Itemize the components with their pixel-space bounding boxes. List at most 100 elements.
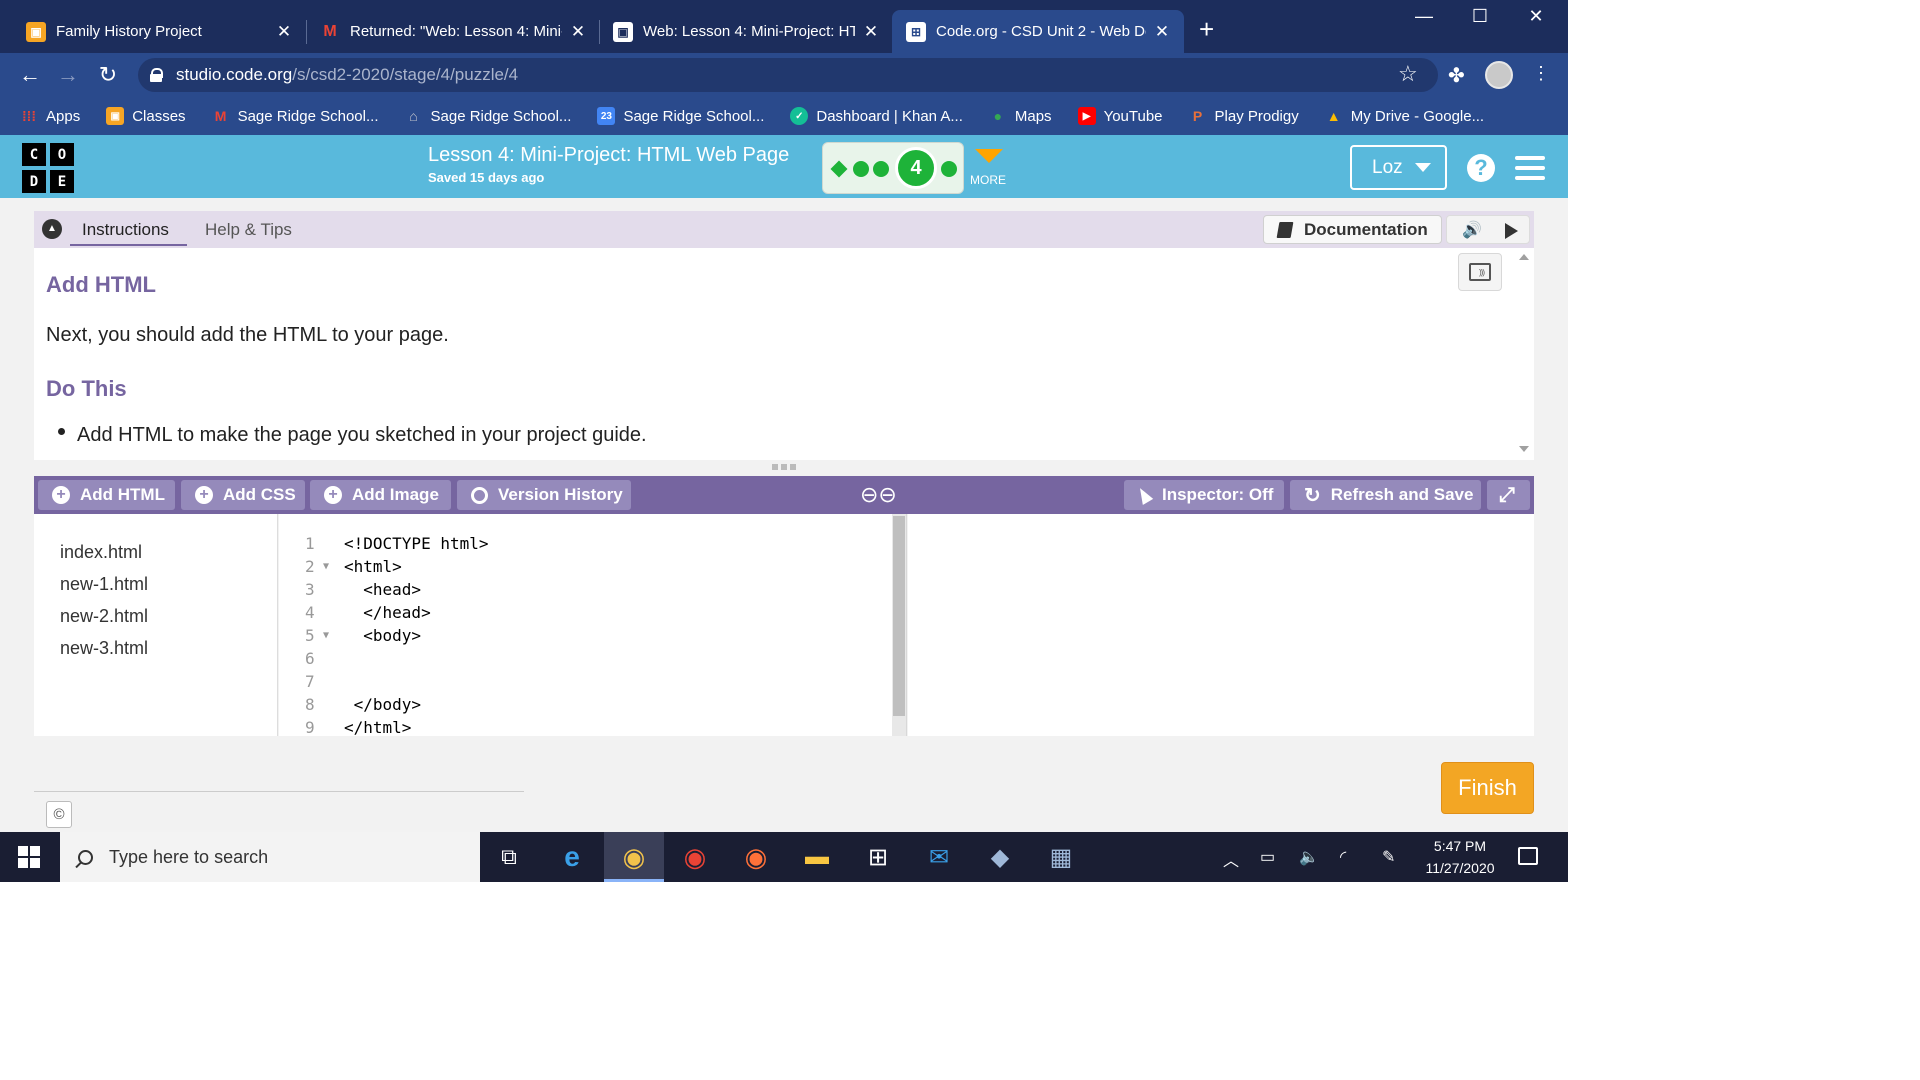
windows-start-icon[interactable] (18, 846, 40, 868)
bookmark-apps[interactable]: ⁞⁞⁞ Apps (20, 107, 80, 125)
close-tab-icon[interactable]: ✕ (861, 22, 881, 42)
hamburger-menu-icon[interactable] (1515, 156, 1545, 180)
level-1-bubble[interactable] (830, 160, 848, 178)
fullscreen-expand-icon[interactable]: ⤢ (1487, 480, 1530, 510)
fold-arrow-icon[interactable]: ▼ (323, 630, 329, 641)
scroll-thumb[interactable] (893, 516, 905, 716)
code-line[interactable]: </head> (344, 603, 430, 622)
close-tab-icon[interactable]: ✕ (568, 22, 588, 42)
bookmark-sage-ridge-calendar[interactable]: 23 Sage Ridge School... (597, 107, 764, 125)
close-window-icon[interactable]: ✕ (1508, 6, 1564, 27)
lesson-title[interactable]: Lesson 4: Mini-Project: HTML Web Page (428, 144, 789, 167)
level-3-bubble[interactable] (873, 161, 889, 177)
more-chevron-icon[interactable] (975, 149, 1003, 163)
back-icon[interactable]: ← (16, 61, 44, 89)
calculator-icon[interactable]: ▦ (1045, 841, 1077, 873)
new-tab-button[interactable]: + (1199, 16, 1214, 42)
more-label[interactable]: MORE (970, 173, 1006, 187)
task-view-icon[interactable]: ⧉ (493, 841, 525, 873)
share-link-icon[interactable]: ⊖⊖ (860, 482, 897, 508)
bookmark-star-icon[interactable]: ☆ (1398, 61, 1418, 87)
pen-icon[interactable]: ✎ (1382, 847, 1395, 867)
file-item[interactable]: new-3.html (60, 638, 148, 659)
resize-handle[interactable] (772, 464, 796, 471)
bookmark-google-drive[interactable]: ▲ My Drive - Google... (1325, 107, 1484, 125)
bookmark-sage-ridge-school[interactable]: ⌂ Sage Ridge School... (405, 107, 571, 125)
reload-icon[interactable]: ↻ (94, 61, 122, 89)
codeorg-logo[interactable]: C O D E (22, 143, 74, 193)
speaker-icon[interactable]: 🔊 (1462, 220, 1482, 240)
add-css-button[interactable]: + Add CSS (181, 480, 305, 510)
bookmark-maps[interactable]: ● Maps (989, 107, 1052, 125)
collapse-chevron-icon[interactable]: ▲ (42, 219, 62, 239)
code-line[interactable]: <!DOCTYPE html> (344, 534, 489, 553)
user-menu-button[interactable]: Loz (1350, 145, 1447, 190)
tab-help-and-tips[interactable]: Help & Tips (205, 220, 292, 240)
bookmark-sage-ridge-mail[interactable]: M Sage Ridge School... (212, 107, 379, 125)
extensions-puzzle-icon[interactable]: ✤ (1448, 63, 1465, 88)
file-item[interactable]: new-2.html (60, 606, 148, 627)
show-hidden-icons-chevron-icon[interactable]: ︿ (1223, 847, 1239, 871)
current-level-bubble[interactable]: 4 (895, 147, 937, 189)
code-line[interactable]: </body> (344, 695, 421, 714)
close-tab-icon[interactable]: ✕ (1152, 22, 1172, 42)
code-editor[interactable]: 1 <!DOCTYPE html> 2 ▼ <html> 3 <head> 4 … (279, 514, 892, 737)
address-bar[interactable]: studio.code.org/s/csd2-2020/stage/4/puzz… (138, 58, 1438, 92)
bookmark-youtube[interactable]: ▶ YouTube (1077, 107, 1163, 125)
scroll-up-arrow-icon[interactable] (1519, 254, 1529, 260)
browser-tab[interactable]: M Returned: "Web: Lesson 4: Mini-P ✕ (294, 10, 600, 53)
browser-tab-active[interactable]: ⊞ Code.org - CSD Unit 2 - Web Dev ✕ (892, 10, 1184, 53)
notification-center-icon[interactable] (1518, 847, 1538, 865)
immersive-reader-icon[interactable] (1458, 253, 1502, 291)
instructions-scrollbar[interactable] (1514, 248, 1534, 460)
tab-instructions[interactable]: Instructions (82, 220, 169, 240)
volume-icon[interactable]: 🔈 (1299, 847, 1319, 867)
firefox-icon[interactable]: ◉ (740, 841, 772, 873)
mail-icon[interactable]: ✉ (923, 841, 955, 873)
forward-icon[interactable]: → (54, 61, 82, 89)
profile-avatar[interactable] (1485, 61, 1513, 89)
file-item[interactable]: new-1.html (60, 574, 148, 595)
browser-tab[interactable]: ▣ Family History Project ✕ (0, 10, 306, 53)
file-item[interactable]: index.html (60, 542, 142, 563)
minimize-icon[interactable]: — (1396, 6, 1452, 27)
taskbar-date[interactable]: 11/27/2020 (1418, 860, 1502, 876)
wifi-icon[interactable]: ◜ (1340, 847, 1346, 867)
code-line[interactable]: </html> (344, 718, 411, 737)
add-image-button[interactable]: + Add Image (310, 480, 451, 510)
taskbar-search-box[interactable]: Type here to search (60, 832, 480, 882)
scroll-down-arrow-icon[interactable] (1519, 446, 1529, 452)
taskbar-time[interactable]: 5:47 PM (1425, 838, 1495, 854)
store-icon[interactable]: ⊞ (862, 841, 894, 873)
close-tab-icon[interactable]: ✕ (274, 22, 294, 42)
editor-scrollbar[interactable] (892, 514, 907, 736)
inspector-toggle-button[interactable]: Inspector: Off (1124, 480, 1284, 510)
code-line[interactable]: <head> (344, 580, 421, 599)
chrome-icon[interactable]: ◉ (618, 841, 650, 873)
bookmark-classes[interactable]: ▣ Classes (106, 107, 186, 125)
help-icon[interactable]: ? (1467, 154, 1495, 182)
documentation-button[interactable]: Documentation (1263, 215, 1442, 244)
battery-icon[interactable]: ▭ (1260, 847, 1275, 867)
edge-icon[interactable]: e (556, 841, 588, 873)
preview-pane[interactable] (908, 514, 1534, 736)
level-5-bubble[interactable] (941, 161, 957, 177)
bookmark-khan-academy[interactable]: ✓ Dashboard | Khan A... (790, 107, 963, 125)
bookmark-play-prodigy[interactable]: P Play Prodigy (1189, 107, 1299, 125)
browser-tab[interactable]: ▣ Web: Lesson 4: Mini-Project: HTM ✕ (587, 10, 893, 53)
chrome-menu-icon[interactable]: ⋮ (1532, 63, 1550, 84)
add-html-button[interactable]: + Add HTML (38, 480, 175, 510)
code-line[interactable]: <body> (344, 626, 421, 645)
copyright-icon[interactable]: © (46, 801, 72, 828)
refresh-and-save-button[interactable]: ↻ Refresh and Save (1290, 480, 1481, 510)
onedrive-icon[interactable]: ◆ (984, 841, 1016, 873)
code-line[interactable]: <html> (344, 557, 402, 576)
chrome-profile-icon[interactable]: ◉ (679, 841, 711, 873)
play-icon[interactable] (1505, 223, 1518, 239)
file-explorer-icon[interactable]: ▬ (801, 841, 833, 873)
level-2-bubble[interactable] (853, 161, 869, 177)
finish-button[interactable]: Finish (1441, 762, 1534, 814)
maximize-icon[interactable]: ☐ (1452, 6, 1508, 27)
fold-arrow-icon[interactable]: ▼ (323, 561, 329, 572)
version-history-button[interactable]: Version History (457, 480, 631, 510)
